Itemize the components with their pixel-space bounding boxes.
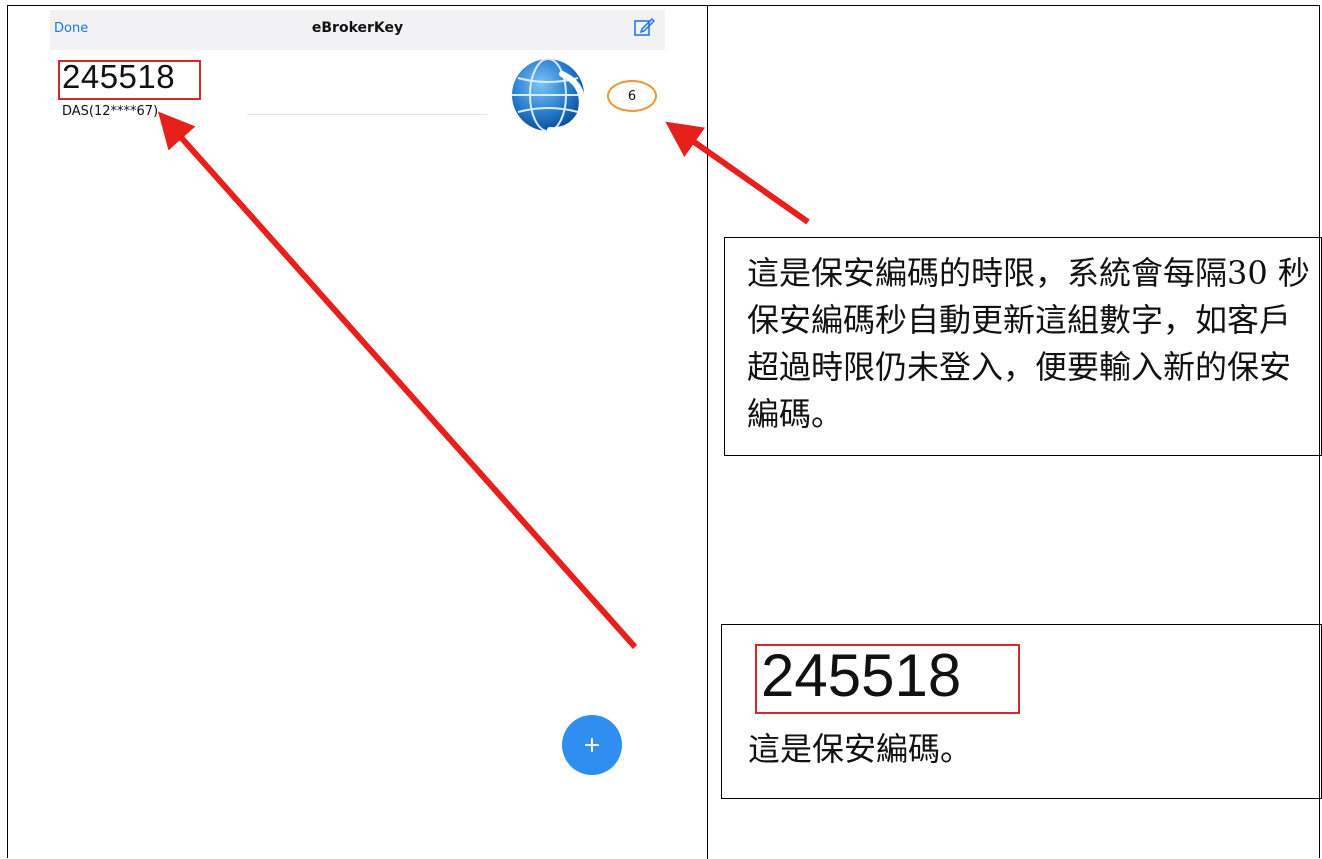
edit-icon[interactable]: [633, 16, 655, 38]
timer-explanation: 這是保安編碼的時限，系統會每隔30 秒保安編碼秒自動更新這組數字，如客戶超過時限…: [724, 237, 1322, 456]
add-button[interactable]: +: [562, 715, 622, 775]
code-example: 245518: [761, 642, 962, 709]
plus-icon: +: [582, 732, 602, 758]
account-label: DAS(12****67): [62, 104, 159, 119]
code-caption: 這是保安編碼。: [748, 730, 973, 768]
code-explanation: 245518 這是保安編碼。: [721, 624, 1322, 799]
column-divider: [707, 5, 708, 859]
code-timer: 6: [607, 80, 657, 112]
separator-line: [247, 114, 487, 115]
navigation-bar: Done eBrokerKey: [50, 10, 665, 50]
app-title: eBrokerKey: [311, 20, 404, 36]
globe-logo-icon: [512, 58, 585, 134]
security-code: 245518: [62, 58, 176, 95]
